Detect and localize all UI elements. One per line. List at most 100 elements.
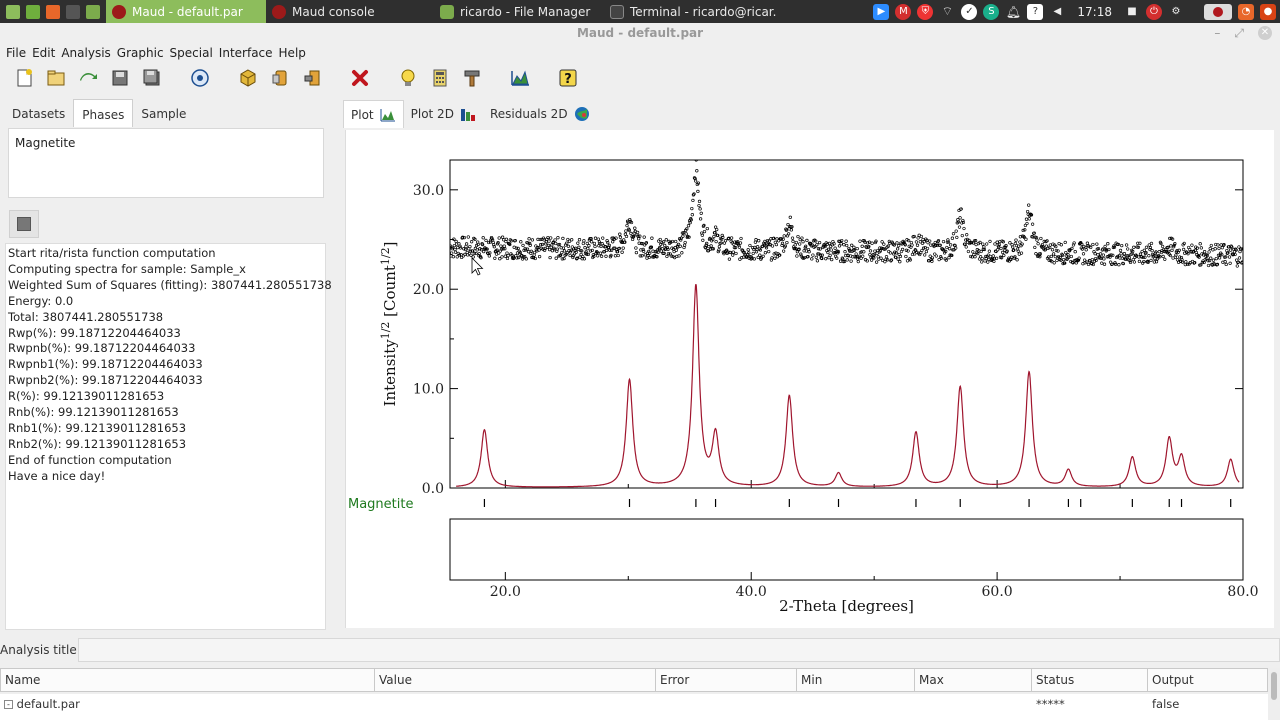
table-row[interactable]: - default.par ***** false <box>0 694 1268 720</box>
scrollbar-thumb[interactable] <box>1271 672 1277 700</box>
log-line: Total: 3807441.280551738 <box>8 309 164 324</box>
menu-edit[interactable]: Edit <box>29 44 58 62</box>
table-scrollbar[interactable] <box>1268 668 1280 720</box>
cell-value <box>375 694 656 720</box>
log-line: Computing spectra for sample: Sample_x <box>8 261 246 276</box>
task-terminal[interactable]: Terminal - ricardo@ricar... <box>604 0 776 23</box>
sync-icon[interactable]: S <box>983 3 1000 20</box>
hammer-icon[interactable] <box>460 66 484 90</box>
shield-icon[interactable]: ⛨ <box>917 3 934 20</box>
help-icon[interactable]: ? <box>1027 3 1044 20</box>
column-error[interactable]: Error <box>656 668 797 692</box>
column-output[interactable]: Output <box>1148 668 1268 692</box>
menu-special[interactable]: Special <box>167 44 216 62</box>
taskbar: Maud - default.par Maud console ricardo … <box>0 0 1280 23</box>
zoom-icon[interactable]: ▶ <box>873 3 890 20</box>
instrument-icon[interactable] <box>300 66 324 90</box>
maud-icon <box>272 4 286 19</box>
lock-icon[interactable]: ■ <box>1124 4 1140 20</box>
y-tick-label: 20.0 <box>413 282 444 298</box>
wifi-icon[interactable]: ⌔ <box>939 4 955 20</box>
log-line: Rwpnb2(%): 99.18712204464033 <box>8 373 203 388</box>
app-menu-icon[interactable] <box>6 4 20 19</box>
new-file-icon[interactable] <box>12 66 36 90</box>
target-icon[interactable] <box>188 66 212 90</box>
column-value[interactable]: Value <box>375 668 656 692</box>
lightbulb-icon[interactable] <box>396 66 420 90</box>
cell-output: false <box>1152 697 1180 711</box>
power-icon[interactable]: ⏻ <box>1146 3 1162 20</box>
minimize-icon[interactable]: – <box>1214 26 1220 41</box>
tab-datasets[interactable]: Datasets <box>4 99 73 127</box>
browser-icon[interactable]: ● <box>1260 3 1276 20</box>
tab-sample[interactable]: Sample <box>133 99 194 127</box>
mail-icon[interactable]: M <box>895 3 912 20</box>
observed-pattern <box>450 160 1243 268</box>
y-tick-label: 30.0 <box>413 183 444 199</box>
phase-edit-button[interactable] <box>9 210 39 238</box>
line-chart-icon <box>380 108 395 121</box>
column-status[interactable]: Status <box>1032 668 1148 692</box>
phase-list-item[interactable]: Magnetite <box>15 136 317 150</box>
calculator-icon[interactable] <box>428 66 452 90</box>
open-file-icon[interactable] <box>44 66 68 90</box>
log-line: R(%): 99.12139011281653 <box>8 389 165 404</box>
y-tick-label: 0.0 <box>422 481 444 497</box>
tab-label: Residuals 2D <box>489 107 568 121</box>
column-max[interactable]: Max <box>915 668 1032 692</box>
volume-icon[interactable]: ◀ <box>1049 4 1065 20</box>
task-label: Terminal - ricardo@ricar... <box>630 4 776 19</box>
task-file-manager[interactable]: ricardo - File Manager <box>434 0 604 23</box>
menu-analysis[interactable]: Analysis <box>58 44 113 62</box>
tab-residuals-2d[interactable]: Residuals 2D <box>483 100 597 128</box>
settings-icon[interactable]: ⚙ <box>1168 4 1184 20</box>
files-launcher-icon[interactable] <box>26 4 40 19</box>
close-icon[interactable]: ✕ <box>1258 26 1272 40</box>
sample-holder-icon[interactable] <box>268 66 292 90</box>
bar-chart-icon <box>460 109 475 121</box>
mouse-cursor-icon <box>471 257 484 276</box>
firefox-icon[interactable]: ◔ <box>1238 3 1254 20</box>
tab-phases[interactable]: Phases <box>73 99 134 127</box>
log-line: Rnb2(%): 99.12139011281653 <box>8 436 187 451</box>
menu-help[interactable]: Help <box>276 44 309 62</box>
cell-error <box>656 694 797 720</box>
row-name: default.par <box>16 697 80 711</box>
help-question-icon[interactable]: ? <box>556 66 580 90</box>
y-axis-label: Intensity1/2 [Count1/2] <box>379 242 399 407</box>
clock[interactable]: 17:18 <box>1071 5 1118 19</box>
tab-plot-2d[interactable]: Plot 2D <box>404 100 483 128</box>
maud-tray-icon[interactable] <box>1204 3 1232 20</box>
toolbar: ? <box>12 66 588 90</box>
cube-icon[interactable] <box>236 66 260 90</box>
column-name[interactable]: Name <box>0 668 375 692</box>
check-icon[interactable]: ✓ <box>961 3 978 20</box>
task-maud-default[interactable]: Maud - default.par <box>106 0 266 23</box>
y-axis-label-part: [Count <box>381 265 399 321</box>
task-maud-console[interactable]: Maud console <box>266 0 434 23</box>
browser-launcher-icon[interactable] <box>46 4 60 19</box>
log-line: Rwp(%): 99.18712204464033 <box>8 325 181 340</box>
menu-interface[interactable]: Interface <box>216 44 276 62</box>
plot-icon[interactable] <box>508 66 532 90</box>
maximize-icon[interactable]: ⤢ <box>1234 26 1244 41</box>
cell-max <box>915 694 1032 720</box>
cell-name: - default.par <box>0 694 375 720</box>
folder-launcher-icon[interactable] <box>86 4 100 19</box>
residual-frame <box>449 518 1244 581</box>
delete-icon[interactable] <box>348 66 372 90</box>
column-min[interactable]: Min <box>797 668 915 692</box>
bell-icon[interactable]: 🔔︎ <box>1005 4 1021 20</box>
analysis-title-input[interactable] <box>78 638 1280 662</box>
reload-icon[interactable] <box>76 66 100 90</box>
menu-graphic[interactable]: Graphic <box>114 44 167 62</box>
terminal-launcher-icon[interactable] <box>66 4 80 19</box>
save-as-icon[interactable] <box>140 66 164 90</box>
log-line: Start rita/rista function computation <box>8 246 216 260</box>
save-icon[interactable] <box>108 66 132 90</box>
diffraction-plot[interactable]: 0.0 10.0 20.0 30.0 20.0 40.0 60.0 80.0 2-Theta [… <box>346 130 1276 628</box>
tab-plot[interactable]: Plot <box>343 100 404 128</box>
collapse-icon[interactable]: - <box>4 700 13 709</box>
menu-file[interactable]: File <box>3 44 29 62</box>
phase-label: Magnetite <box>348 497 413 512</box>
